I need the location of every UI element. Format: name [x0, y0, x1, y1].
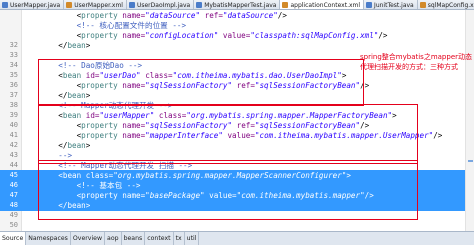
file-icon — [419, 2, 426, 8]
code-line[interactable]: 50 — [0, 220, 465, 231]
tab-label: MybatisMapperTest.java — [204, 1, 277, 9]
editor-tab[interactable]: JunitTest.java — [364, 0, 418, 9]
file-icon — [282, 2, 289, 8]
file-icon — [366, 2, 373, 8]
editor-bottom-tabs: Source Namespaces Overview aop beans context t… — [0, 231, 474, 245]
bottom-tab-namespaces[interactable]: Namespaces — [26, 232, 71, 245]
xml-tag-name: bean — [67, 41, 86, 50]
xml-punctuation: /> — [433, 131, 443, 140]
bottom-tab-util[interactable]: util — [185, 232, 200, 245]
file-icon — [128, 2, 135, 8]
xml-comment: <!-- 核心配置文件的位置 --> — [76, 21, 187, 30]
selection-marker[interactable] — [468, 160, 473, 162]
xml-attribute: value= — [218, 31, 251, 40]
file-icon — [66, 2, 73, 8]
editor-tab[interactable]: UserMapper.xml — [64, 0, 127, 9]
file-icon — [196, 2, 203, 8]
editor-tab[interactable]: applicationContext.xml — [280, 0, 365, 9]
editor-tab-bar: UserMapper.java UserMapper.xml UserDaoImpl… — [0, 0, 474, 10]
code-editor[interactable]: <property name="dataSource" ref="dataSou… — [0, 10, 474, 231]
editor-tab[interactable]: UserDaoImpl.java — [126, 0, 195, 9]
xml-tag-name: property — [81, 31, 118, 40]
bottom-tab-beans[interactable]: beans — [122, 232, 146, 245]
line-number: 50 — [9, 221, 18, 229]
xml-attribute-value: "dataSource" — [222, 11, 278, 20]
overview-ruler[interactable] — [465, 10, 474, 231]
xml-attribute: ref= — [200, 11, 223, 20]
bottom-tab-overview[interactable]: Overview — [71, 232, 106, 245]
editor-tab[interactable]: UserMapper.java — [0, 0, 65, 9]
xml-punctuation: /> — [378, 31, 388, 40]
tab-label: UserMapper.java — [10, 1, 61, 9]
xml-punctuation: > — [85, 41, 91, 50]
annotation-box-mapper-factory — [38, 104, 418, 164]
tab-label: applicationContext.xml — [290, 1, 361, 9]
tab-label: JunitTest.java — [374, 1, 414, 9]
xml-attribute: name= — [117, 11, 146, 20]
file-icon — [2, 2, 8, 8]
xml-attribute-value: "classpath:sqlMapConfig.xml" — [250, 31, 379, 40]
bottom-tab-tx[interactable]: tx — [174, 232, 185, 245]
xml-attribute-value: "configLocation" — [145, 31, 219, 40]
annotation-note: spring整合mybatis之mapper动态 代理扫描开发的方式：三种方式 — [360, 53, 473, 71]
bottom-tab-aop[interactable]: aop — [105, 232, 122, 245]
xml-tag-name: property — [81, 11, 118, 20]
tab-label: sqlMapConfig.xml — [427, 1, 474, 9]
annotation-box-mapper-scanner — [38, 160, 418, 220]
bottom-tab-context[interactable]: context — [145, 232, 174, 245]
xml-attribute: name= — [117, 31, 146, 40]
tab-label: UserMapper.xml — [74, 1, 123, 9]
xml-punctuation: /> — [277, 11, 287, 20]
editor-tab[interactable]: MybatisMapperTest.java — [194, 0, 281, 9]
annotation-box-dao — [38, 59, 364, 106]
bottom-tab-source[interactable]: Source — [0, 232, 27, 245]
editor-tab[interactable]: sqlMapConfig.xml — [417, 0, 474, 9]
tab-label: UserDaoImpl.java — [136, 1, 191, 9]
xml-attribute-value: "dataSource" — [145, 11, 201, 20]
